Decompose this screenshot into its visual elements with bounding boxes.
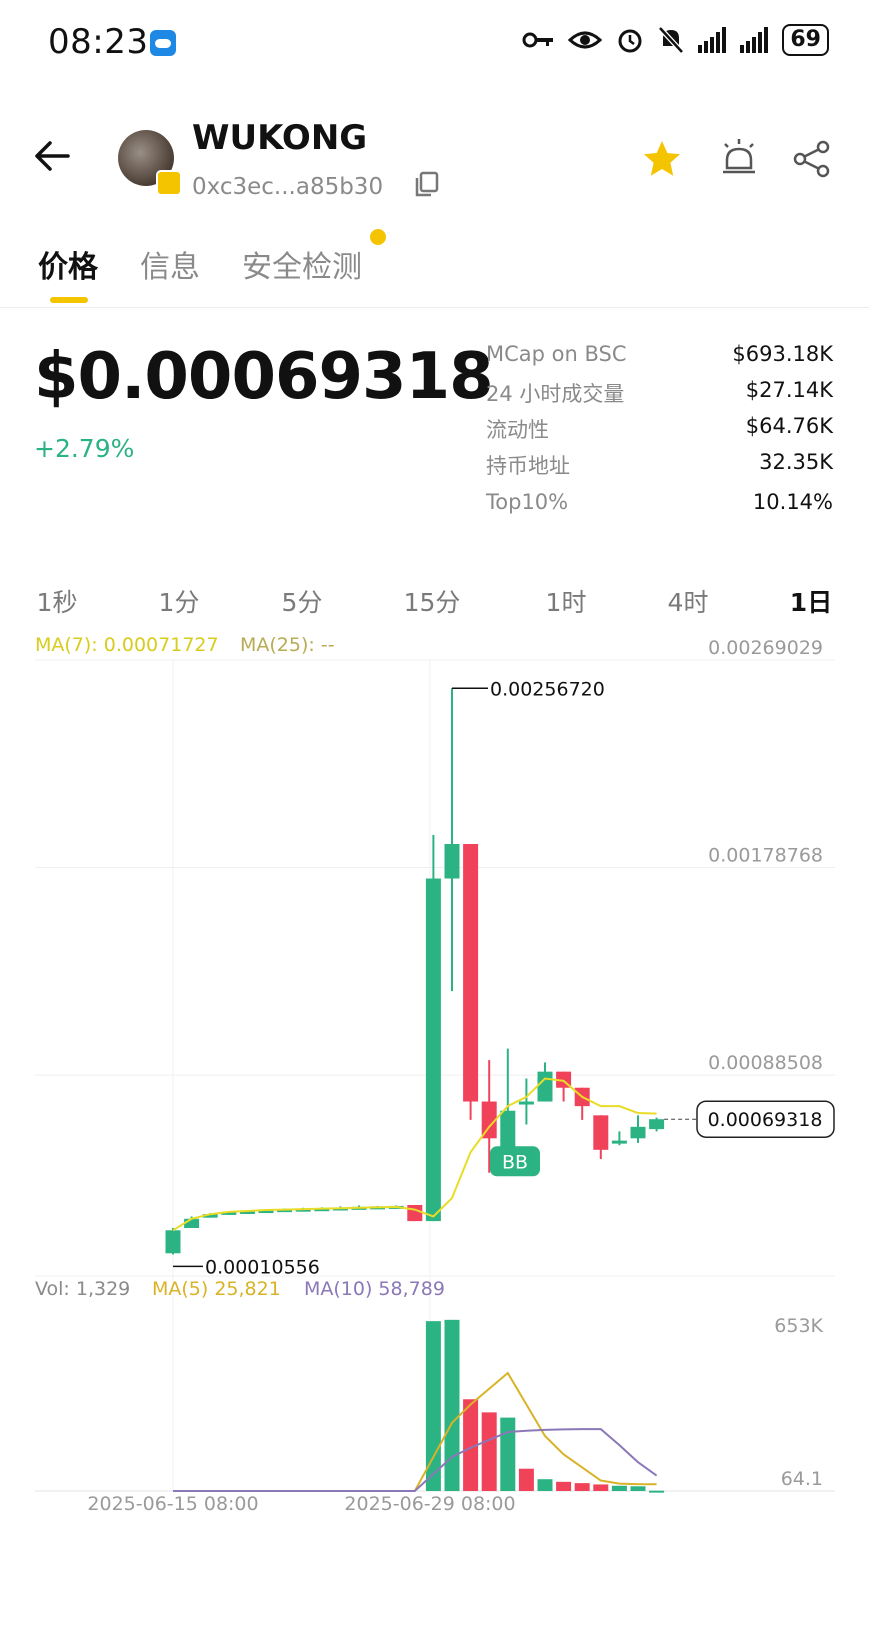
tab-info[interactable]: 信息 [140, 242, 200, 286]
candle-body [407, 1204, 423, 1222]
interval-4h[interactable]: 4时 [648, 583, 728, 619]
volume-bar [537, 1479, 553, 1491]
stat-value: $693.18K [732, 342, 833, 366]
eye-icon [568, 31, 603, 49]
price-chart[interactable]: MA(7): 0.00071727 MA(25): -- 0.00269029 0.0… [0, 628, 869, 1518]
vol-ma10-line [173, 1428, 658, 1492]
bb-marker-label: BB [502, 1151, 528, 1173]
copy-icon[interactable] [412, 170, 440, 198]
y-tick-label: 0.00178768 [708, 845, 823, 867]
stat-value: $27.14K [745, 378, 833, 402]
alarm-icon [618, 29, 642, 53]
alarm-bell-icon[interactable] [717, 136, 761, 180]
stat-label: 流动性 [486, 418, 549, 442]
tab-security-check[interactable]: 安全检测 [242, 242, 362, 286]
y-tick-label: 0.00088508 [708, 1052, 823, 1074]
volume-bar [649, 1490, 665, 1493]
weather-icon [150, 30, 176, 56]
mute-icon [658, 26, 685, 54]
volume-y-tick: 653K [774, 1315, 823, 1337]
candle-body [649, 1119, 665, 1130]
x-tick-label: 2025-06-29 08:00 [344, 1493, 515, 1515]
y-tick-label: 0.00269029 [708, 637, 823, 659]
volume-bar [556, 1481, 572, 1491]
volume-bar [518, 1468, 534, 1491]
candle-body [537, 1071, 553, 1102]
back-arrow-icon[interactable] [30, 134, 74, 178]
interval-1s[interactable]: 1秒 [17, 583, 97, 619]
interval-1d[interactable]: 1日 [771, 583, 851, 619]
candle-body [463, 844, 479, 1102]
candle-body [165, 1230, 181, 1254]
share-icon[interactable] [791, 138, 833, 180]
volume-bar [444, 1319, 460, 1491]
vol-ma10-legend: MA(10) 58,789 [304, 1278, 445, 1300]
candle-body [425, 878, 441, 1222]
candle-body [593, 1115, 609, 1150]
interval-5m[interactable]: 5分 [262, 583, 342, 619]
x-tick-label: 2025-06-15 08:00 [87, 1493, 258, 1515]
stat-value: $64.76K [745, 414, 833, 438]
volume-bar [574, 1483, 590, 1491]
low-price-label: 0.00010556 [205, 1256, 320, 1278]
signal-icon [698, 27, 727, 53]
divider [0, 307, 869, 308]
tab-indicator [50, 297, 88, 303]
stat-label: 24 小时成交量 [486, 382, 625, 406]
status-icons: 69 [522, 24, 829, 56]
stat-value: 10.14% [752, 490, 833, 514]
status-time: 08:23 [48, 22, 149, 62]
vol-ma5-line [173, 1371, 657, 1492]
key-icon [522, 32, 554, 48]
high-price-label: 0.00256720 [490, 678, 605, 700]
chain-badge-icon [156, 170, 182, 196]
candle-body [444, 844, 460, 879]
vol-ma5-legend: MA(5) 25,821 [152, 1278, 281, 1300]
current-price-label: 0.00069318 [708, 1109, 823, 1131]
interval-1m[interactable]: 1分 [139, 583, 219, 619]
candle-body [630, 1126, 646, 1139]
token-name: WUKONG [192, 118, 368, 158]
tab-price[interactable]: 价格 [38, 242, 98, 286]
interval-1h[interactable]: 1时 [526, 583, 606, 619]
volume-bar [611, 1485, 627, 1491]
current-price: $0.00069318 [34, 340, 494, 414]
star-icon[interactable] [641, 138, 683, 180]
volume-y-tick: 64.1 [781, 1468, 823, 1490]
volume-legend: Vol: 1,329 [35, 1278, 130, 1300]
volume-bar [481, 1412, 497, 1491]
volume-bar [593, 1484, 609, 1491]
volume-bar [500, 1417, 516, 1491]
candle-body [518, 1101, 534, 1105]
volume-bar [630, 1486, 646, 1491]
stat-label: 持币地址 [486, 454, 570, 478]
signal-icon [740, 27, 769, 53]
price-change: +2.79% [34, 434, 135, 463]
notification-dot [370, 229, 386, 245]
stat-label: MCap on BSC [486, 342, 627, 366]
candle-body [611, 1140, 627, 1144]
stat-label: Top10% [486, 490, 569, 514]
battery-icon: 69 [782, 24, 829, 56]
interval-15m[interactable]: 15分 [392, 583, 472, 619]
stat-value: 32.35K [759, 450, 833, 474]
ma7-legend: MA(7): 0.00071727 [35, 634, 219, 656]
token-address: 0xc3ec...a85b30 [192, 174, 384, 200]
ma25-legend: MA(25): -- [240, 634, 335, 656]
candle-body [184, 1218, 200, 1228]
